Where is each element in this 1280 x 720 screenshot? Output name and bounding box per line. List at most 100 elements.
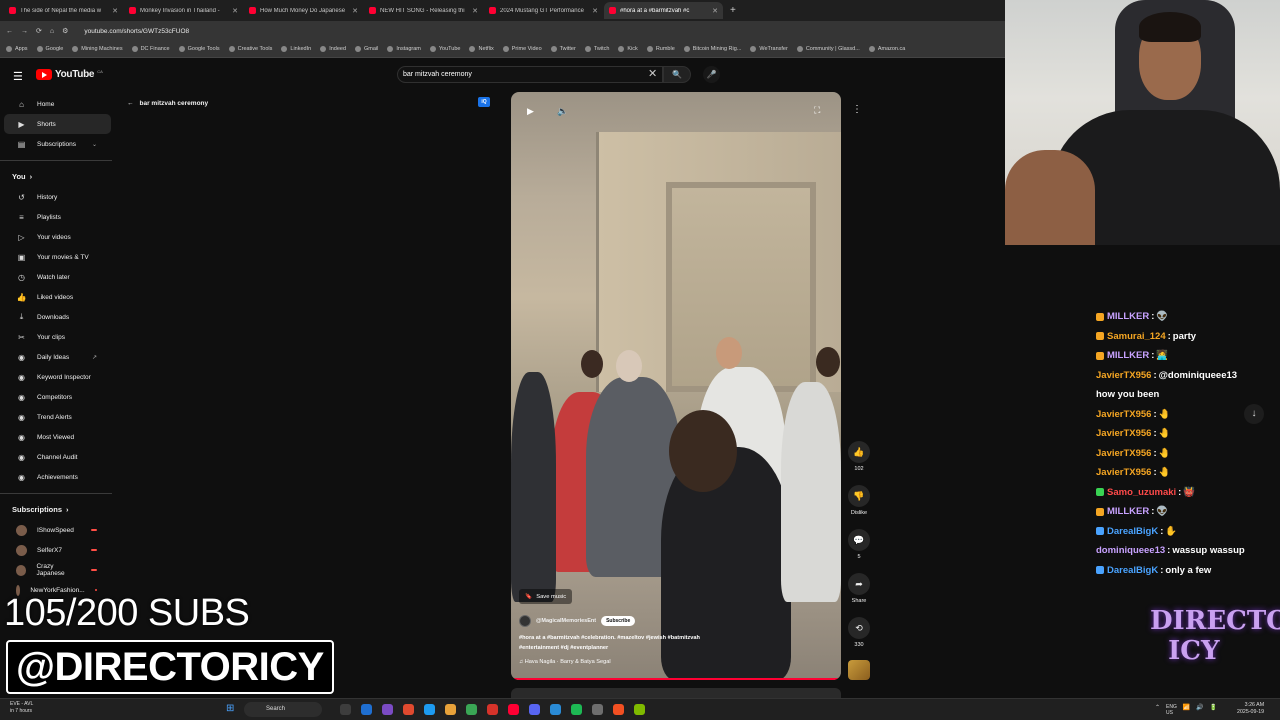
wifi-icon[interactable]: 📶 [1183,704,1190,716]
chat-username[interactable]: DarealBigK [1107,561,1158,581]
bookmark-item[interactable]: LinkedIn [281,46,311,52]
taskbar-app-icon[interactable] [634,704,645,715]
url-field[interactable]: youtube.com/shorts/GWTz53cFUO8 [84,28,189,35]
bookmark-item[interactable]: Google Tools [178,46,220,52]
reload-icon[interactable]: ⟳ [36,27,42,35]
share-button[interactable]: ➦ Share [846,573,872,604]
sidebar-item[interactable]: ◉ Keyword Inspector [4,367,111,387]
taskbar-app-icon[interactable] [592,704,603,715]
remix-button[interactable]: ⟲ 330 [846,617,872,648]
sidebar-item[interactable]: 👍 Liked videos [4,287,111,307]
taskbar-app-icon[interactable] [613,704,624,715]
browser-tab[interactable]: Monkey Invasion in Thailand - ✕ [124,2,243,19]
bookmark-item[interactable]: WeTransfer [750,46,788,52]
sidebar-item[interactable]: ▣ Your movies & TV [4,247,111,267]
sidebar-you-heading[interactable]: You › [0,165,115,187]
taskbar-app-icon[interactable] [550,704,561,715]
close-tab-icon[interactable]: ✕ [712,7,718,15]
taskbar-app-icon[interactable] [361,704,372,715]
subscription-item[interactable]: Crazy Japanese [4,560,111,580]
subscription-item[interactable]: IShowSpeed [4,520,111,540]
dislike-button[interactable]: 👎 Dislike [846,485,872,516]
taskbar-app-icon[interactable] [529,704,540,715]
lang-indicator[interactable]: ENG US [1166,704,1177,716]
bookmark-item[interactable]: DC Finance [131,46,170,52]
back-to-search-link[interactable]: ← bar mitzvah ceremony [127,100,208,107]
sidebar-item[interactable]: ⌂ Home [4,94,111,114]
play-icon[interactable]: ▶ [527,106,534,117]
battery-icon[interactable]: 🔋 [1210,704,1217,716]
bookmark-item[interactable]: Creative Tools [228,46,272,52]
taskbar-app-icon[interactable] [487,704,498,715]
sidebar-item[interactable]: ▷ Your videos [4,227,111,247]
next-short-preview[interactable] [511,688,841,698]
sidebar-item[interactable]: ↺ History [4,187,111,207]
new-tab-icon[interactable]: + [730,5,736,16]
close-tab-icon[interactable]: ✕ [112,7,118,15]
save-music-button[interactable]: 🔖 Save music [519,589,573,604]
weather-widget[interactable]: EVE - AVL in 7 hours [10,701,33,715]
clear-search-icon[interactable]: ✕ [648,67,657,80]
short-video-player[interactable]: ▶ 🔈 ⛶ 🔖 Save music @MagicalMemoriesEnt S… [511,92,841,680]
taskbar-app-icon[interactable] [382,704,393,715]
bookmark-item[interactable]: Gmail [355,46,378,52]
close-tab-icon[interactable]: ✕ [352,7,358,15]
subscription-item[interactable]: SelferX7 [4,540,111,560]
taskbar-clock[interactable]: 3:26 AM 2025-09-19 [1237,702,1264,716]
sidebar-item[interactable]: ≡ Playlists [4,207,111,227]
more-options-icon[interactable]: ⋮ [852,104,862,115]
back-arrow-icon[interactable]: ← [6,28,13,35]
bookmark-item[interactable]: Mining Machines [72,46,123,52]
bookmark-item[interactable]: Google [36,46,63,52]
browser-tab[interactable]: 2024 Mustang GT Performance ✕ [484,2,603,19]
chat-username[interactable]: JavierTX956 [1096,424,1151,444]
chat-username[interactable]: JavierTX956 [1096,444,1151,464]
chat-username[interactable]: JavierTX956 [1096,366,1151,386]
taskbar-app-icon[interactable] [340,704,351,715]
taskbar-app-icon[interactable] [445,704,456,715]
sidebar-item[interactable]: ⤓ Downloads [4,307,111,327]
sidebar-item[interactable]: ◉ Channel Audit [4,447,111,467]
sidebar-item[interactable]: ▤ Subscriptions ⌄ [4,134,111,154]
chat-username[interactable]: Samo_uzumaki [1107,483,1176,503]
video-hashtags[interactable]: #hora at a #barmitzvah #celebration. #ma… [519,635,700,641]
sidebar-item[interactable]: ◷ Watch later [4,267,111,287]
sidebar-item[interactable]: ◉ Achievements [4,467,111,487]
chat-username[interactable]: MILLKER [1107,307,1149,327]
taskbar-app-icon[interactable] [424,704,435,715]
browser-tab[interactable]: How Much Money Do Japanese ✕ [244,2,363,19]
chat-username[interactable]: DarealBigK [1107,522,1158,542]
youtube-logo[interactable]: YouTube CA [36,69,103,80]
sidebar-item[interactable]: ◉ Trend Alerts [4,407,111,427]
sidebar-item[interactable]: ◉ Daily Ideas ↗ [4,347,111,367]
chat-username[interactable]: JavierTX956 [1096,405,1151,425]
taskbar-app-icon[interactable] [571,704,582,715]
bookmark-item[interactable]: Rumble [646,46,675,52]
bookmark-item[interactable]: Kick [618,46,638,52]
sidebar-item[interactable]: ◉ Competitors [4,387,111,407]
channel-avatar[interactable] [519,615,531,627]
browser-tab[interactable]: #hora at a #barmitzvah #c ✕ [604,2,723,19]
taskbar-app-icon[interactable] [403,704,414,715]
browser-tab[interactable]: NEW HIT SONG - Releasing thi ✕ [364,2,483,19]
bookmark-item[interactable]: Twitch [584,46,609,52]
volume-icon[interactable]: 🔈 [557,106,568,117]
taskbar-search[interactable]: Search [244,702,322,717]
chat-username[interactable]: JavierTX956 [1096,463,1151,483]
windows-start-icon[interactable]: ⊞ [226,703,234,714]
bookmark-item[interactable]: Instagram [387,46,421,52]
bookmark-item[interactable]: Community | Glassd... [796,46,860,52]
chevron-up-icon[interactable]: ⌃ [1155,704,1160,716]
like-button[interactable]: 👍 102 [846,441,872,472]
bookmark-item[interactable]: Apps [6,46,28,52]
close-tab-icon[interactable]: ✕ [472,7,478,15]
fullscreen-icon[interactable]: ⛶ [814,105,820,116]
microphone-icon[interactable]: 🎤 [703,66,720,83]
bookmark-item[interactable]: Bitcoin Mining Rig... [683,46,741,52]
extension-badge-icon[interactable]: iQ [478,97,490,107]
speaker-icon[interactable]: 🔊 [1196,704,1203,716]
hamburger-menu-icon[interactable]: ☰ [13,70,23,83]
bookmark-item[interactable]: Netflix [469,46,494,52]
close-tab-icon[interactable]: ✕ [232,7,238,15]
search-button[interactable]: 🔍 [663,66,691,83]
